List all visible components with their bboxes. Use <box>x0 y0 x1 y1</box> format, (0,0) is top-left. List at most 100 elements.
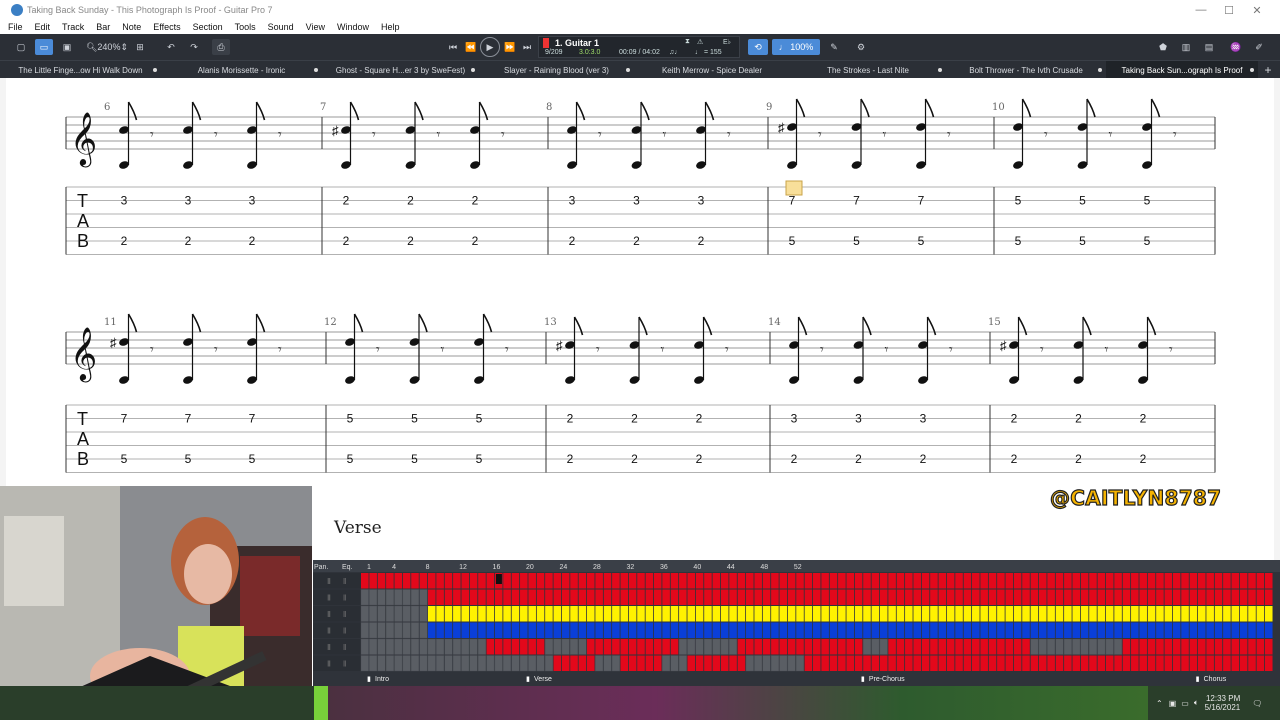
track-bar-cell[interactable] <box>754 606 762 622</box>
track-bar-cell[interactable] <box>436 606 444 622</box>
track-bar-cell[interactable] <box>863 622 871 639</box>
track-bar-cell[interactable] <box>545 622 553 639</box>
track-bar-cell[interactable] <box>427 638 436 655</box>
track-bar-cell[interactable] <box>670 573 679 589</box>
track-bar-cell[interactable] <box>1114 655 1122 672</box>
track-bar-cell[interactable] <box>1030 622 1039 639</box>
track-bar-cell[interactable] <box>1114 573 1122 589</box>
track-bar-cell[interactable] <box>561 622 570 639</box>
track-bar-cell[interactable] <box>1172 573 1181 589</box>
section-label[interactable]: Pre-Chorus <box>869 676 905 683</box>
track-bar-cell[interactable] <box>687 622 695 639</box>
track-bar-cell[interactable] <box>1147 622 1156 639</box>
track-bar-cell[interactable] <box>930 655 938 672</box>
tab-fret-number[interactable]: 2 <box>343 234 350 248</box>
track-bar-cell[interactable] <box>980 573 988 589</box>
track-bar-cell[interactable] <box>955 655 963 672</box>
track-bar-cell[interactable] <box>1206 622 1214 639</box>
track-bar-cell[interactable] <box>720 606 729 622</box>
track-bar-cell[interactable] <box>595 573 603 589</box>
track-bar-cell[interactable] <box>712 589 721 606</box>
track-bar-cell[interactable] <box>955 639 963 655</box>
track-bar-cell[interactable] <box>1013 655 1022 672</box>
track-bar-cell[interactable] <box>938 589 947 606</box>
track-bar-cell[interactable] <box>1189 639 1198 655</box>
track-bar-cell[interactable] <box>729 655 737 672</box>
track-bar-cell[interactable] <box>561 606 570 622</box>
tab-fret-number[interactable]: 5 <box>411 452 418 466</box>
track-bar-cell[interactable] <box>1147 573 1156 589</box>
track-bar-cell[interactable] <box>678 655 687 672</box>
tab-fret-number[interactable]: 5 <box>411 412 418 426</box>
track-bar-cell[interactable] <box>536 589 545 606</box>
track-bar-cell[interactable] <box>695 573 704 589</box>
track-bar-cell[interactable] <box>779 655 788 672</box>
tab-fret-number[interactable]: 2 <box>1075 412 1082 426</box>
track-bar-cell[interactable] <box>963 622 972 639</box>
track-bar-cell[interactable] <box>888 573 896 589</box>
track-eq-icon[interactable]: ǁ <box>343 643 346 652</box>
track-mute-icon[interactable]: Ⅱ <box>327 660 331 669</box>
track-bar-cell[interactable] <box>1005 655 1014 672</box>
track-bar-cell[interactable] <box>453 589 461 606</box>
track-bar-cell[interactable] <box>528 655 537 672</box>
track-bar-cell[interactable] <box>729 638 738 655</box>
track-bar-cell[interactable] <box>511 589 520 606</box>
track-bar-cell[interactable] <box>1239 573 1248 589</box>
track-bar-cell[interactable] <box>1005 606 1014 622</box>
tab-fret-number[interactable]: 3 <box>249 194 256 208</box>
track-bar-cell[interactable] <box>871 638 880 655</box>
track-bar-cell[interactable] <box>804 573 813 589</box>
tab-fret-number[interactable]: 2 <box>569 234 576 248</box>
track-bar-cell[interactable] <box>679 622 687 639</box>
track-bar-cell[interactable] <box>1013 622 1022 639</box>
track-bar-cell[interactable] <box>1172 589 1181 606</box>
track-bar-cell[interactable] <box>963 589 972 606</box>
track-bar-cell[interactable] <box>637 639 645 655</box>
track-bar-cell[interactable] <box>1139 606 1147 622</box>
track-bar-cell[interactable] <box>1047 638 1056 655</box>
track-bar-cell[interactable] <box>1022 622 1030 639</box>
track-bar-cell[interactable] <box>1181 589 1189 606</box>
track-bar-cell[interactable] <box>695 606 704 622</box>
track-bar-cell[interactable] <box>1256 622 1265 639</box>
track-bar-cell[interactable] <box>1214 606 1223 622</box>
track-bar-cell[interactable] <box>1055 622 1064 639</box>
track-bar-cell[interactable] <box>988 573 997 589</box>
track-bar-cell[interactable] <box>1256 655 1265 672</box>
track-bar-cell[interactable] <box>1189 589 1198 606</box>
track-bar-cell[interactable] <box>1239 606 1248 622</box>
track-bar-cell[interactable] <box>720 589 729 606</box>
track-bar-cell[interactable] <box>1005 589 1014 606</box>
track-bar-cell[interactable] <box>1122 655 1131 672</box>
track-bar-cell[interactable] <box>1114 622 1122 639</box>
track-bar-cell[interactable] <box>595 606 603 622</box>
track-bar-cell[interactable] <box>1097 606 1106 622</box>
track-bar-cell[interactable] <box>955 606 963 622</box>
track-bar-cell[interactable] <box>1248 655 1256 672</box>
track-bar-cell[interactable] <box>754 639 762 655</box>
track-bar-cell[interactable] <box>695 655 704 672</box>
track-bar-cell[interactable] <box>411 638 419 655</box>
track-bar-cell[interactable] <box>905 655 913 672</box>
track-bar-cell[interactable] <box>679 573 687 589</box>
track-bar-cell[interactable] <box>938 573 947 589</box>
track-bar-cell[interactable] <box>905 606 913 622</box>
track-bar-cell[interactable] <box>796 622 804 639</box>
track-bar-cell[interactable] <box>946 622 955 639</box>
track-bar-cell[interactable] <box>570 606 578 622</box>
track-bar-cell[interactable] <box>1164 573 1173 589</box>
track-bar-cell[interactable] <box>729 622 737 639</box>
track-bar-cell[interactable] <box>896 606 905 622</box>
track-bar-cell[interactable] <box>1139 589 1147 606</box>
track-bar-cell[interactable] <box>1005 639 1014 655</box>
track-bar-cell[interactable] <box>838 622 846 639</box>
track-bar-cell[interactable] <box>528 573 536 589</box>
track-bar-cell[interactable] <box>888 606 896 622</box>
track-bar-cell[interactable] <box>1214 639 1223 655</box>
track-bar-cell[interactable] <box>804 622 813 639</box>
track-bar-cell[interactable] <box>1038 622 1047 639</box>
track-bar-cell[interactable] <box>1214 589 1223 606</box>
track-bar-cell[interactable] <box>603 589 612 606</box>
track-bar-cell[interactable] <box>1055 655 1064 672</box>
